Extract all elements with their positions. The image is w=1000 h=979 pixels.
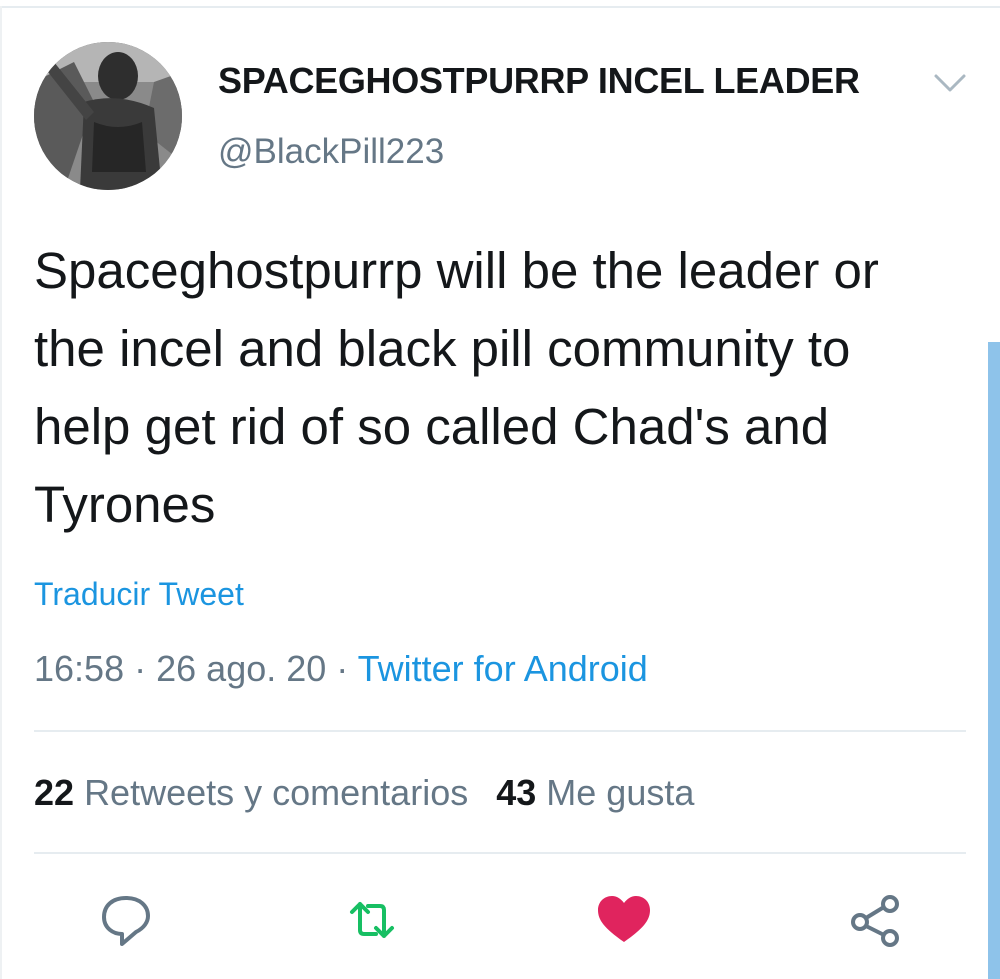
retweet-icon[interactable] bbox=[342, 890, 402, 950]
scrollbar[interactable] bbox=[988, 342, 1000, 979]
display-name[interactable]: SPACEGHOSTPURRP INCEL LEADER bbox=[218, 60, 860, 102]
tweet-time: 16:58 bbox=[34, 648, 125, 689]
avatar[interactable] bbox=[34, 42, 182, 190]
avatar-photo bbox=[34, 42, 182, 190]
likes-count: 43 bbox=[496, 772, 537, 813]
tweet-detail-screen: SPACEGHOSTPURRP INCEL LEADER @BlackPill2… bbox=[0, 0, 1000, 979]
tweet-meta: 16:58 · 26 ago. 20 · Twitter for Android bbox=[34, 648, 648, 690]
tweet-text: Spaceghostpurrp will be the leader or th… bbox=[34, 242, 879, 533]
share-icon[interactable] bbox=[846, 890, 906, 950]
likes-label: Me gusta bbox=[546, 772, 695, 813]
reply-icon[interactable] bbox=[96, 890, 156, 950]
user-handle[interactable]: @BlackPill223 bbox=[218, 132, 444, 172]
tweet-date: 26 ago. 20 bbox=[156, 648, 327, 689]
tweet-source-link[interactable]: Twitter for Android bbox=[358, 648, 648, 689]
left-border bbox=[0, 6, 2, 979]
heart-icon[interactable] bbox=[594, 890, 654, 950]
top-border bbox=[0, 6, 1000, 8]
chevron-down-icon[interactable] bbox=[930, 66, 970, 98]
likes-stat[interactable]: 43 Me gusta bbox=[496, 772, 694, 813]
meta-separator: · bbox=[336, 648, 349, 689]
divider bbox=[34, 852, 966, 854]
meta-separator: · bbox=[134, 648, 147, 689]
retweets-stat[interactable]: 22 Retweets y comentarios bbox=[34, 772, 468, 813]
divider bbox=[34, 730, 966, 732]
translate-tweet-link[interactable]: Traducir Tweet bbox=[34, 576, 244, 613]
retweets-label: Retweets y comentarios bbox=[84, 772, 469, 813]
tweet-stats: 22 Retweets y comentarios 43 Me gusta bbox=[34, 772, 694, 814]
retweets-count: 22 bbox=[34, 772, 75, 813]
